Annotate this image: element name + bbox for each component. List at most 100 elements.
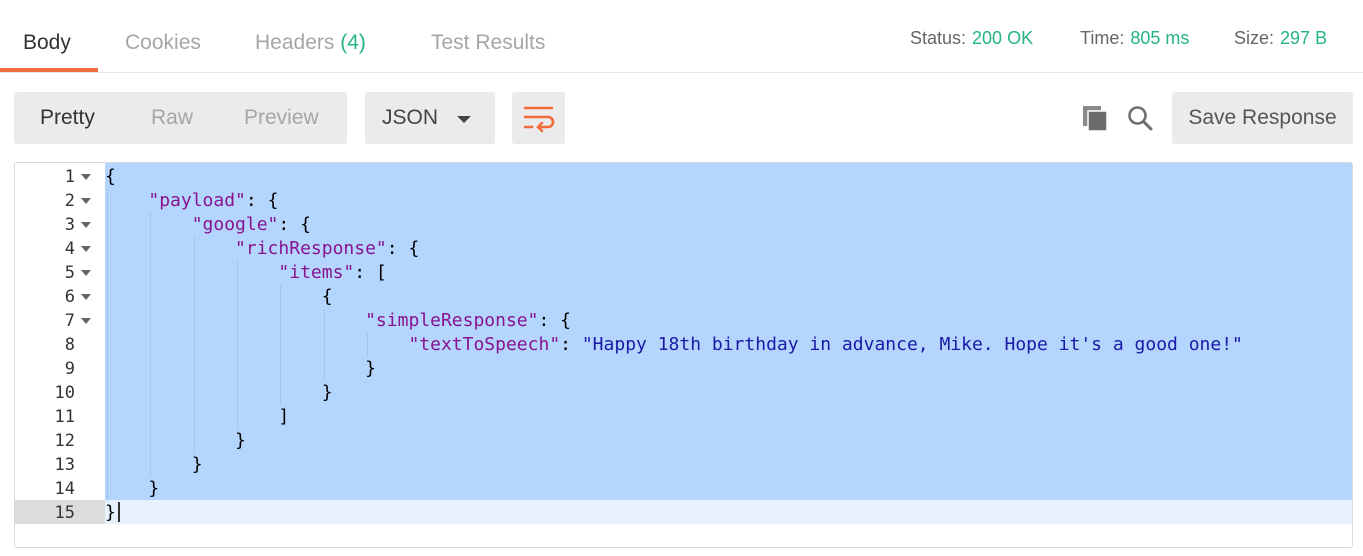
- line-number: 14: [54, 479, 75, 499]
- code-text: }: [105, 429, 246, 453]
- text-cursor: [118, 502, 120, 522]
- code-line: 9 }: [15, 357, 1352, 381]
- tab-headers-label: Headers: [255, 31, 335, 54]
- view-mode-preview[interactable]: Preview: [244, 106, 319, 130]
- json-punctuation: : [: [354, 262, 387, 283]
- code-text: }: [105, 477, 159, 501]
- line-number: 5: [64, 263, 75, 283]
- view-mode-pretty[interactable]: Pretty: [40, 106, 95, 130]
- tab-cookies[interactable]: Cookies: [125, 31, 201, 55]
- json-punctuation: }: [148, 478, 160, 499]
- line-number: 4: [64, 239, 75, 259]
- line-number: 11: [54, 407, 75, 427]
- code-text: }: [105, 501, 116, 525]
- fold-toggle-icon[interactable]: [81, 246, 91, 252]
- save-response-button[interactable]: Save Response: [1172, 92, 1353, 144]
- view-mode-segmented-control: Pretty Raw Preview: [14, 92, 347, 144]
- response-toolbar: Pretty Raw Preview JSON Save Response: [0, 92, 1363, 144]
- time-readout: Time: 805 ms: [1080, 28, 1189, 49]
- json-punctuation: ]: [278, 406, 290, 427]
- fold-toggle-icon[interactable]: [81, 198, 91, 204]
- code-text: "payload": {: [105, 189, 278, 213]
- json-punctuation: :: [560, 334, 582, 355]
- line-number: 12: [54, 431, 75, 451]
- view-mode-raw[interactable]: Raw: [151, 106, 193, 130]
- json-punctuation: : {: [538, 310, 571, 331]
- headers-count-badge: (4): [340, 31, 366, 54]
- json-key: "simpleResponse": [365, 310, 539, 331]
- code-text: {: [105, 285, 333, 309]
- active-tab-indicator: [0, 68, 98, 72]
- code-line: 13 }: [15, 453, 1352, 477]
- status-value: 200 OK: [972, 28, 1034, 48]
- line-number: 2: [64, 191, 75, 211]
- code-line: 15}: [15, 501, 1352, 525]
- line-number: 9: [64, 359, 75, 379]
- code-text: }: [105, 381, 333, 405]
- line-number: 1: [64, 167, 75, 187]
- code-line: 12 }: [15, 429, 1352, 453]
- time-label: Time:: [1080, 28, 1125, 48]
- line-number: 10: [54, 383, 75, 403]
- line-number: 6: [64, 287, 75, 307]
- fold-toggle-icon[interactable]: [81, 270, 91, 276]
- line-number: 13: [54, 455, 75, 475]
- json-punctuation: {: [105, 166, 116, 187]
- code-line: 10 }: [15, 381, 1352, 405]
- json-key: "payload": [148, 190, 246, 211]
- json-punctuation: }: [321, 382, 333, 403]
- time-value: 805 ms: [1130, 28, 1190, 48]
- size-value: 297 B: [1280, 28, 1328, 48]
- line-number: 15: [54, 503, 75, 523]
- json-key: "items": [278, 262, 355, 283]
- fold-toggle-icon[interactable]: [81, 294, 91, 300]
- fold-toggle-icon[interactable]: [81, 318, 91, 324]
- wrap-lines-button[interactable]: [512, 92, 565, 144]
- code-line: 6 {: [15, 285, 1352, 309]
- response-body-editor[interactable]: 1{2 "payload": {3 "google": {4 "richResp…: [14, 162, 1353, 548]
- status-readout: Status: 200 OK: [910, 28, 1033, 49]
- json-string: "Happy 18th birthday in advance, Mike. H…: [581, 334, 1243, 355]
- fold-toggle-icon[interactable]: [81, 174, 91, 180]
- json-punctuation: }: [105, 502, 116, 523]
- code-text: "google": {: [105, 213, 311, 237]
- code-line: 8 "textToSpeech": "Happy 18th birthday i…: [15, 333, 1352, 357]
- code-line: 3 "google": {: [15, 213, 1352, 237]
- chevron-down-icon: [457, 116, 471, 123]
- tab-headers[interactable]: Headers (4): [255, 31, 366, 55]
- json-key: "richResponse": [235, 238, 387, 259]
- code-line: 1{: [15, 165, 1352, 189]
- json-punctuation: }: [365, 358, 376, 379]
- code-text: }: [105, 453, 203, 477]
- code-text: {: [105, 165, 116, 189]
- tab-body[interactable]: Body: [23, 31, 71, 55]
- search-icon: [1128, 106, 1153, 131]
- code-line: 14 }: [15, 477, 1352, 501]
- response-tabbar: Body Cookies Headers (4) Test Results St…: [0, 0, 1363, 73]
- json-punctuation: {: [321, 286, 333, 307]
- size-readout: Size: 297 B: [1234, 28, 1327, 49]
- json-punctuation: : {: [245, 190, 279, 211]
- code-line: 2 "payload": {: [15, 189, 1352, 213]
- format-select-value: JSON: [382, 106, 439, 129]
- copy-icon: [1083, 106, 1108, 132]
- json-key: "textToSpeech": [408, 334, 561, 355]
- size-label: Size:: [1234, 28, 1275, 48]
- json-key: "google": [191, 214, 279, 235]
- wrap-lines-icon: [523, 106, 555, 133]
- code-text: ]: [105, 405, 289, 429]
- code-text: "textToSpeech": "Happy 18th birthday in …: [105, 333, 1243, 357]
- tab-test-results[interactable]: Test Results: [431, 31, 545, 55]
- code-line: 7 "simpleResponse": {: [15, 309, 1352, 333]
- copy-button[interactable]: [1081, 104, 1109, 132]
- json-punctuation: }: [235, 430, 246, 451]
- code-text: "items": [: [105, 261, 387, 285]
- search-button[interactable]: [1126, 104, 1154, 132]
- fold-toggle-icon[interactable]: [81, 222, 91, 228]
- code-text: "richResponse": {: [105, 237, 419, 261]
- format-select[interactable]: JSON: [365, 92, 495, 144]
- json-punctuation: : {: [278, 214, 311, 235]
- json-punctuation: : {: [386, 238, 420, 259]
- json-punctuation: }: [191, 454, 203, 475]
- status-label: Status:: [910, 28, 967, 48]
